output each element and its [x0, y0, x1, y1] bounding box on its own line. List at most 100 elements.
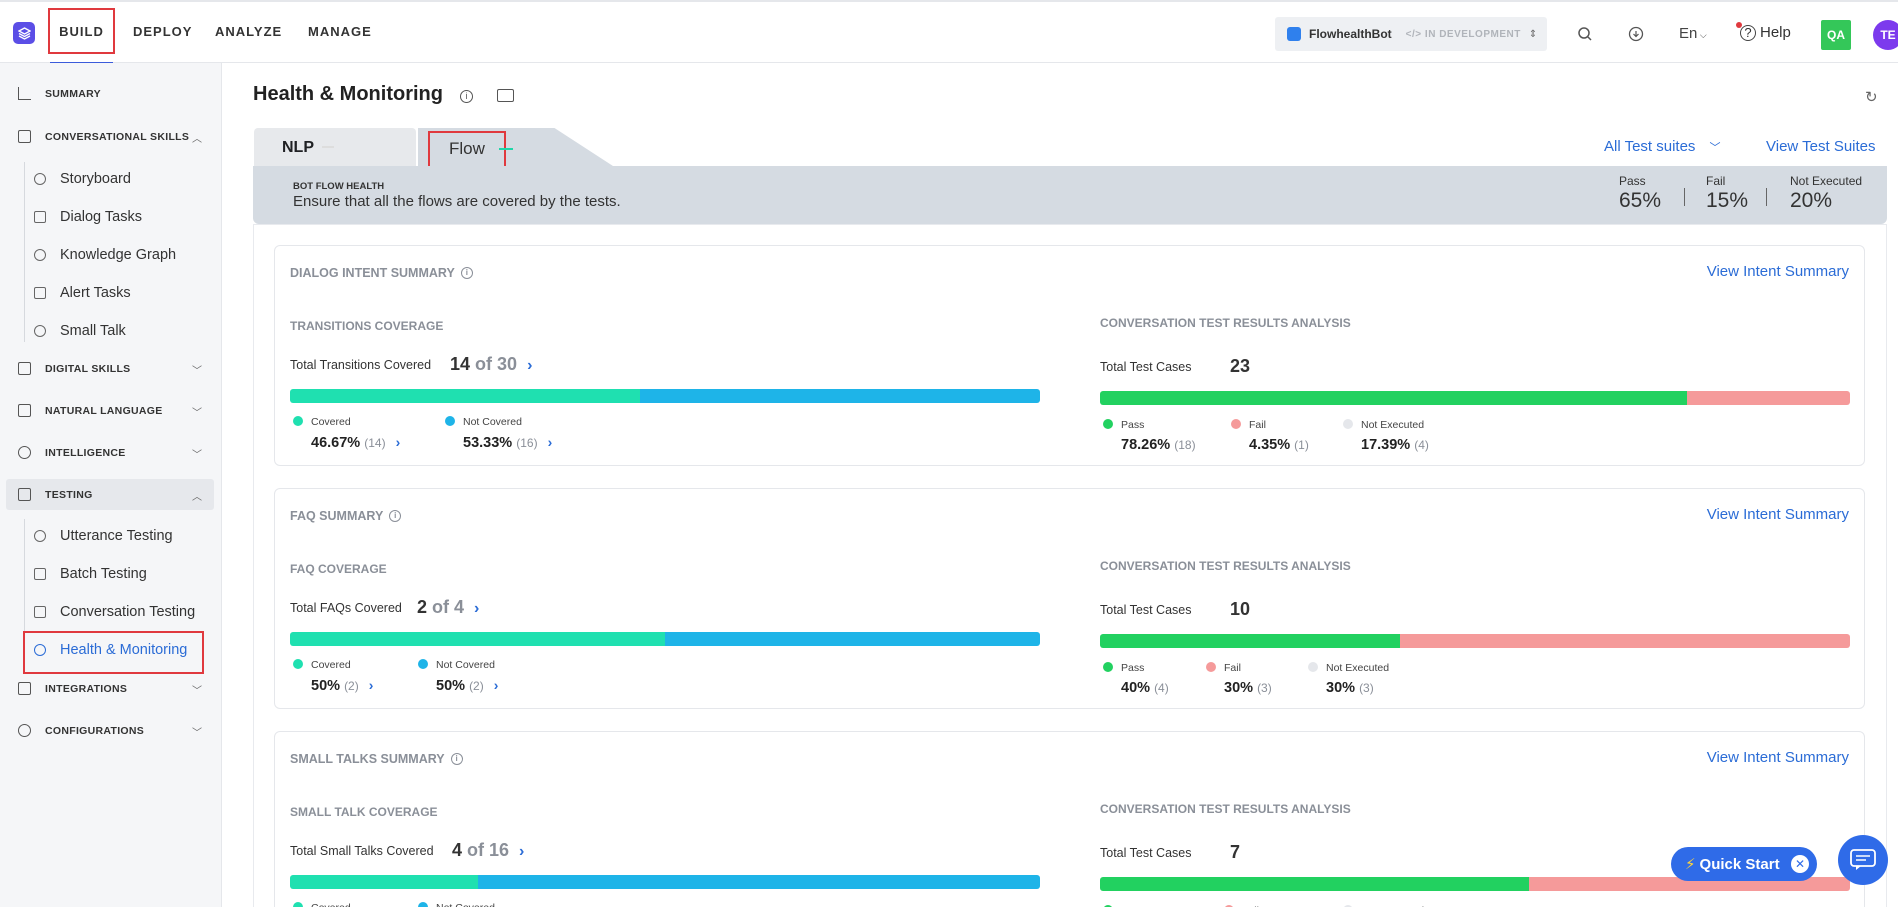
bot-selector[interactable]: FlowhealthBot </> IN DEVELOPMENT ⇕	[1275, 17, 1547, 51]
sidebar-conversational-skills[interactable]: CONVERSATIONAL SKILLS	[18, 130, 189, 143]
sidebar-testing[interactable]: TESTING	[18, 488, 93, 501]
sidebar-item-dialog-tasks[interactable]: Dialog Tasks	[34, 209, 142, 225]
total-covered-value: 2 of 4 ›	[417, 597, 480, 617]
nav-analyze[interactable]: ANALYZE	[215, 24, 282, 39]
sidebar-item-conversation-testing[interactable]: Conversation Testing	[34, 604, 195, 620]
refresh-icon[interactable]: ↻	[1865, 88, 1878, 106]
covered-segment	[290, 389, 640, 403]
clipboard-icon	[18, 488, 31, 501]
coverage-heading: TRANSITIONS COVERAGE	[290, 319, 444, 333]
storyboard-icon	[34, 173, 46, 185]
quick-start-button[interactable]: ⚡ Quick Start ✕	[1671, 847, 1817, 881]
sidebar-intelligence[interactable]: INTELLIGENCE	[18, 446, 126, 459]
coverage-heading: FAQ COVERAGE	[290, 562, 387, 576]
app-logo-icon[interactable]	[13, 22, 35, 44]
chevron-right-icon[interactable]: ›	[527, 357, 532, 374]
book-icon[interactable]	[497, 89, 514, 102]
not-covered-segment	[478, 875, 1040, 889]
pass-segment	[1100, 391, 1687, 405]
health-description: Ensure that all the flows are covered by…	[293, 193, 621, 210]
chevron-down-icon[interactable]: ﹀	[192, 682, 202, 697]
sidebar-digital-skills[interactable]: DIGITAL SKILLS	[18, 362, 130, 375]
covered-segment	[290, 875, 478, 889]
chevron-up-icon[interactable]: ︿	[192, 130, 202, 145]
health-pass: Pass 65%	[1619, 174, 1662, 212]
utterance-testing-icon	[34, 530, 46, 542]
total-covered-label: Total Small Talks Covered	[290, 844, 434, 858]
chevron-right-icon[interactable]: ›	[519, 843, 524, 860]
help-button[interactable]: ? Help	[1736, 22, 1791, 41]
total-test-cases-value: 10	[1230, 599, 1251, 619]
info-icon[interactable]: i	[450, 753, 463, 765]
sidebar-item-alert-tasks[interactable]: Alert Tasks	[34, 285, 131, 301]
chevron-right-icon[interactable]: ›	[369, 677, 374, 693]
conversation-testing-icon	[34, 606, 46, 618]
nav-deploy[interactable]: DEPLOY	[133, 24, 192, 39]
legend-not-covered: Not Covered	[418, 902, 495, 907]
download-icon[interactable]	[1628, 26, 1644, 42]
chevron-right-icon[interactable]: ›	[494, 677, 499, 693]
results-heading: CONVERSATION TEST RESULTS ANALYSIS	[1100, 316, 1351, 330]
avatar-qa[interactable]: QA	[1821, 20, 1851, 50]
fail-segment	[1400, 634, 1850, 648]
info-icon[interactable]: i	[389, 510, 402, 522]
view-intent-summary-link[interactable]: View Intent Summary	[1707, 749, 1849, 766]
chevron-down-icon[interactable]: ﹀	[192, 404, 202, 419]
legend-not-executed: Not Executed 17.39% (4)	[1343, 419, 1429, 453]
card-title: SMALL TALKS SUMMARY i	[290, 752, 463, 766]
search-icon[interactable]	[1577, 26, 1593, 42]
legend-covered: Covered 46.67% (14) ›	[293, 416, 400, 451]
legend-covered: Covered	[293, 902, 351, 907]
chevron-down-icon[interactable]: ﹀	[192, 362, 202, 377]
integrations-icon	[18, 682, 31, 695]
coverage-bar	[290, 632, 1040, 646]
health-label: BOT FLOW HEALTH	[293, 181, 385, 192]
sidebar-summary[interactable]: SUMMARY	[18, 87, 101, 100]
chevron-down-icon[interactable]: ﹀	[192, 446, 202, 461]
tab-flow[interactable]: Flow	[428, 131, 506, 168]
sidebar-item-utterance-testing[interactable]: Utterance Testing	[34, 528, 173, 544]
tab-flow-indicator	[499, 148, 513, 150]
nav-build[interactable]: BUILD	[48, 8, 115, 54]
chevron-up-icon[interactable]: ︿	[192, 488, 202, 503]
health-not-executed: Not Executed 20%	[1790, 174, 1863, 212]
view-intent-summary-link[interactable]: View Intent Summary	[1707, 263, 1849, 280]
total-test-cases-label: Total Test Cases	[1100, 846, 1192, 860]
nav-manage[interactable]: MANAGE	[308, 24, 372, 39]
info-icon[interactable]: i	[460, 267, 473, 279]
bot-name: FlowhealthBot	[1309, 27, 1392, 41]
divider	[1766, 188, 1767, 206]
chevron-down-icon[interactable]: ﹀	[192, 724, 202, 739]
tab-nlp[interactable]: NLP	[254, 128, 416, 166]
chevron-right-icon[interactable]: ›	[474, 600, 479, 617]
language-selector[interactable]: En ⌵	[1679, 25, 1707, 42]
alert-tasks-icon	[34, 287, 46, 299]
sidebar-integrations[interactable]: INTEGRATIONS	[18, 682, 127, 695]
top-bar: BUILD DEPLOY ANALYZE MANAGE FlowhealthBo…	[0, 0, 1898, 64]
sidebar-item-knowledge-graph[interactable]: Knowledge Graph	[34, 247, 176, 263]
sidebar-item-storyboard[interactable]: Storyboard	[34, 171, 131, 187]
chevron-right-icon[interactable]: ›	[548, 434, 553, 450]
total-test-cases-label: Total Test Cases	[1100, 360, 1192, 374]
view-intent-summary-link[interactable]: View Intent Summary	[1707, 506, 1849, 523]
view-test-suites-link[interactable]: View Test Suites	[1766, 138, 1876, 155]
avatar-te[interactable]: TE	[1873, 20, 1898, 50]
info-icon[interactable]: i	[460, 90, 473, 103]
legend-not-covered: Not Covered 50% (2) ›	[418, 659, 498, 694]
shield-heart-icon	[34, 644, 46, 656]
sidebar-item-batch-testing[interactable]: Batch Testing	[34, 566, 147, 582]
coverage-bar	[290, 875, 1040, 889]
results-heading: CONVERSATION TEST RESULTS ANALYSIS	[1100, 559, 1351, 573]
language-icon	[18, 404, 31, 417]
test-suites-dropdown[interactable]: All Test suites ﹀	[1604, 138, 1720, 155]
sidebar-item-small-talk[interactable]: Small Talk	[34, 323, 126, 339]
close-icon[interactable]: ✕	[1791, 855, 1809, 873]
sidebar-configurations[interactable]: CONFIGURATIONS	[18, 724, 144, 737]
legend-pass: Pass 40% (4)	[1103, 662, 1169, 696]
chevron-right-icon[interactable]: ›	[396, 434, 401, 450]
legend-not-covered: Not Covered 53.33% (16) ›	[445, 416, 552, 451]
sidebar-natural-language[interactable]: NATURAL LANGUAGE	[18, 404, 163, 417]
results-bar	[1100, 391, 1850, 405]
sidebar-item-health-monitoring[interactable]: Health & Monitoring	[34, 642, 187, 658]
chat-bot-button[interactable]	[1838, 835, 1888, 885]
